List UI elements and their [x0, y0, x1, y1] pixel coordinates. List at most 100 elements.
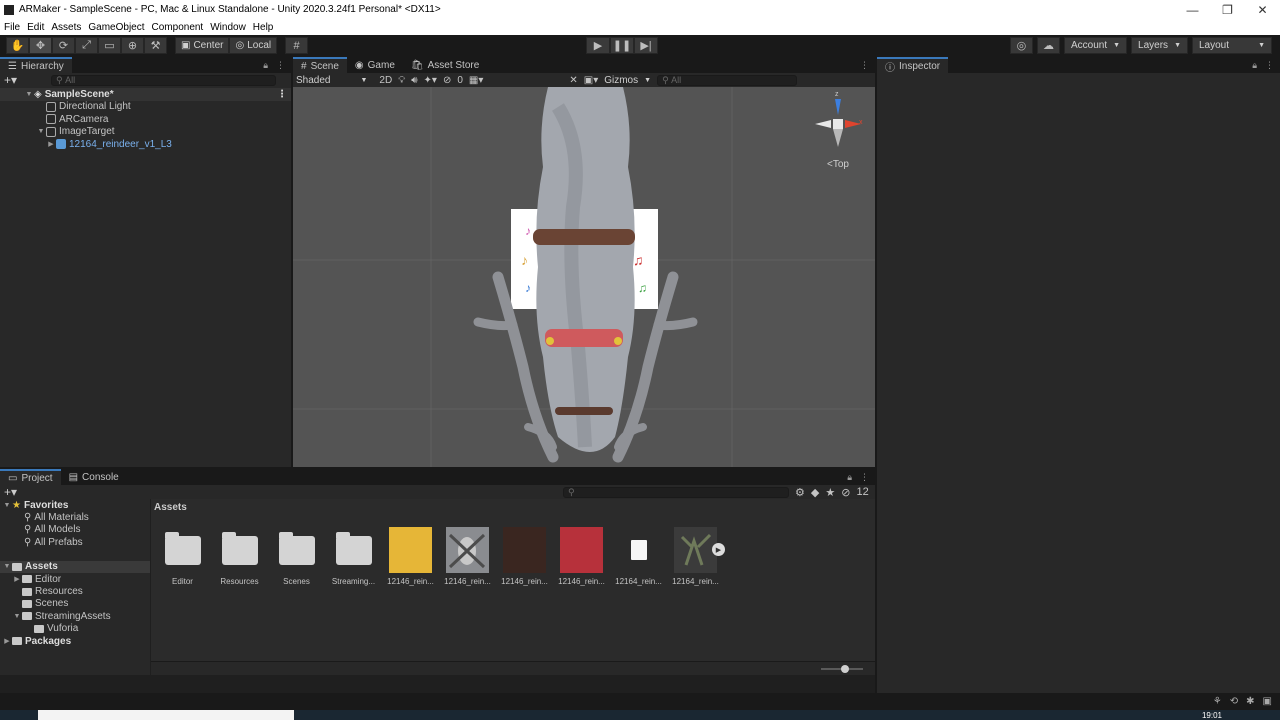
expand-arrow-icon[interactable]: ▼ [12, 613, 22, 620]
visibility-icon[interactable]: ⊘ [443, 75, 451, 86]
tree-folder-editor[interactable]: ▶ Editor [0, 573, 150, 585]
search-filter-icon[interactable]: ⚙ [795, 486, 805, 499]
menu-assets[interactable]: Assets [51, 22, 81, 33]
expand-arrow-icon[interactable]: ▼ [2, 563, 12, 570]
expand-arrow-icon[interactable]: ▶ [46, 140, 56, 148]
play-button[interactable]: ▶ [586, 37, 610, 54]
lock-icon[interactable]: 🔒︎ [263, 60, 268, 71]
step-button[interactable]: ▶| [634, 37, 658, 54]
scene-search-input[interactable]: ⚲ All [657, 74, 798, 86]
more-options-icon[interactable]: ⋮ [1265, 60, 1274, 71]
tab-hierarchy[interactable]: ☰ Hierarchy [0, 57, 72, 73]
rect-tool-icon[interactable]: ▭ [98, 37, 121, 54]
menu-gameobject[interactable]: GameObject [88, 22, 144, 33]
shading-mode-dropdown[interactable]: Shaded ▼ [296, 75, 367, 86]
pivot-local-button[interactable]: ◎ Local [229, 37, 278, 54]
restore-button[interactable]: ❐ [1210, 3, 1245, 17]
scene-viewport[interactable]: ♪ ♪ ♪ ♫ ♫ z x <Top [293, 87, 875, 467]
menu-window[interactable]: Window [210, 22, 246, 33]
lock-icon[interactable]: 🔒︎ [1252, 60, 1257, 71]
add-button[interactable]: +▾ [4, 73, 17, 87]
asset-item-texture-yellow[interactable]: 12146_rein... [387, 527, 434, 586]
tree-folder-vuforia[interactable]: Vuforia [0, 623, 150, 635]
packages-root[interactable]: ▶ Packages [0, 635, 150, 647]
scene-root-item[interactable]: ▼ ◈ SampleScene* ⋮ [0, 88, 291, 101]
pivot-center-button[interactable]: ▣ Center [175, 37, 230, 54]
favorite-all-models[interactable]: ⚲ All Models [0, 524, 150, 536]
tab-scene[interactable]: # Scene [293, 57, 347, 73]
label-filter-icon[interactable]: ◆ [811, 486, 819, 499]
camera-icon[interactable]: ▣▾ [584, 75, 598, 86]
gizmos-dropdown[interactable]: Gizmos ▼ [604, 75, 651, 86]
tree-folder-scenes[interactable]: Scenes [0, 598, 150, 610]
expand-model-icon[interactable]: ▶ [712, 543, 725, 556]
asset-item-file[interactable]: 12164_rein... [615, 527, 662, 586]
asset-item-editor[interactable]: Editor [161, 527, 204, 586]
favorite-all-prefabs[interactable]: ⚲ All Prefabs [0, 536, 150, 548]
more-options-icon[interactable]: ⋮ [860, 472, 869, 483]
layout-dropdown[interactable]: Layout ▼ [1192, 37, 1272, 54]
cloud-icon[interactable]: ☁ [1036, 37, 1060, 54]
grid-snap-icon[interactable]: # [285, 37, 309, 54]
add-button[interactable]: +▾ [4, 485, 17, 499]
breadcrumb[interactable]: Assets [151, 499, 875, 516]
pause-button[interactable]: ❚❚ [610, 37, 634, 54]
move-tool-icon[interactable]: ✥ [29, 37, 52, 54]
audio-toggle-icon[interactable]: 🔊︎ [411, 75, 417, 86]
hand-tool-icon[interactable]: ✋ [6, 37, 29, 54]
grid-toggle-icon[interactable]: ▦▾ [469, 75, 483, 86]
tab-game[interactable]: ◉ Game [347, 57, 403, 73]
tree-folder-streamingassets[interactable]: ▼ StreamingAssets [0, 610, 150, 622]
rotate-tool-icon[interactable]: ⟳ [52, 37, 75, 54]
menu-component[interactable]: Component [152, 22, 204, 33]
tools-icon[interactable]: ✕ [569, 75, 577, 86]
account-dropdown[interactable]: Account ▼ [1063, 37, 1128, 54]
layers-dropdown[interactable]: Layers ▼ [1131, 37, 1188, 54]
hidden-packages-icon[interactable]: ⊘ [841, 486, 850, 499]
assets-root[interactable]: ▼ Assets [0, 560, 150, 573]
lighting-toggle-icon[interactable]: 💡︎ [398, 75, 405, 86]
orientation-gizmo[interactable]: z x [813, 91, 863, 167]
tab-inspector[interactable]: ⓘ Inspector [877, 57, 949, 74]
minimize-button[interactable]: — [1175, 3, 1210, 17]
hierarchy-item-arcamera[interactable]: ARCamera [0, 113, 291, 126]
expand-arrow-icon[interactable]: ▼ [36, 128, 46, 135]
more-options-icon[interactable]: ⋮ [276, 60, 285, 71]
menu-help[interactable]: Help [253, 22, 274, 33]
menu-file[interactable]: File [4, 22, 20, 33]
menu-edit[interactable]: Edit [27, 22, 44, 33]
expand-arrow-icon[interactable]: ▶ [12, 575, 22, 583]
asset-item-texture-brown[interactable]: 12146_rein... [501, 527, 548, 586]
lock-icon[interactable]: 🔒︎ [847, 472, 852, 483]
transform-tool-icon[interactable]: ⊕ [121, 37, 144, 54]
toggle-2d-button[interactable]: 2D [379, 75, 392, 86]
hierarchy-item-imagetarget[interactable]: ▼ ImageTarget [0, 126, 291, 139]
favorite-filter-icon[interactable]: ★ [825, 486, 835, 499]
slider-thumb[interactable] [841, 665, 849, 673]
asset-item-scenes[interactable]: Scenes [275, 527, 318, 586]
scene-menu-icon[interactable]: ⋮ [277, 89, 287, 100]
tab-console[interactable]: ▤ Console [61, 469, 127, 485]
asset-item-streamingassets[interactable]: Streaming... [332, 527, 375, 586]
project-search-input[interactable]: ⚲ [563, 486, 790, 498]
expand-arrow-icon[interactable]: ▼ [24, 91, 34, 98]
custom-tool-icon[interactable]: ⚒ [144, 37, 167, 54]
hierarchy-item-reindeer[interactable]: ▶ 12164_reindeer_v1_L3 [0, 138, 291, 151]
favorites-header[interactable]: ▼ ★ Favorites [0, 499, 150, 511]
tree-folder-resources[interactable]: Resources [0, 585, 150, 597]
expand-arrow-icon[interactable]: ▶ [2, 637, 12, 645]
asset-item-texture-red[interactable]: 12146_rein... [558, 527, 605, 586]
asset-item-model[interactable]: ▶ 12164_rein... [672, 527, 725, 586]
asset-item-resources[interactable]: Resources [218, 527, 261, 586]
expand-arrow-icon[interactable]: ▼ [2, 502, 12, 509]
hierarchy-item-directional-light[interactable]: Directional Light [0, 101, 291, 114]
tab-project[interactable]: ▭ Project [0, 469, 61, 485]
scale-tool-icon[interactable]: ⤢ [75, 37, 98, 54]
favorite-all-materials[interactable]: ⚲ All Materials [0, 511, 150, 523]
close-button[interactable]: ✕ [1245, 3, 1280, 17]
more-options-icon[interactable]: ⋮ [860, 60, 869, 71]
effects-toggle-icon[interactable]: ✦▾ [424, 75, 437, 86]
hierarchy-search-input[interactable]: ⚲ All [51, 74, 277, 86]
asset-item-texture-fur[interactable]: 12146_rein... [444, 527, 491, 586]
collab-icon[interactable]: ◎ [1009, 37, 1033, 54]
